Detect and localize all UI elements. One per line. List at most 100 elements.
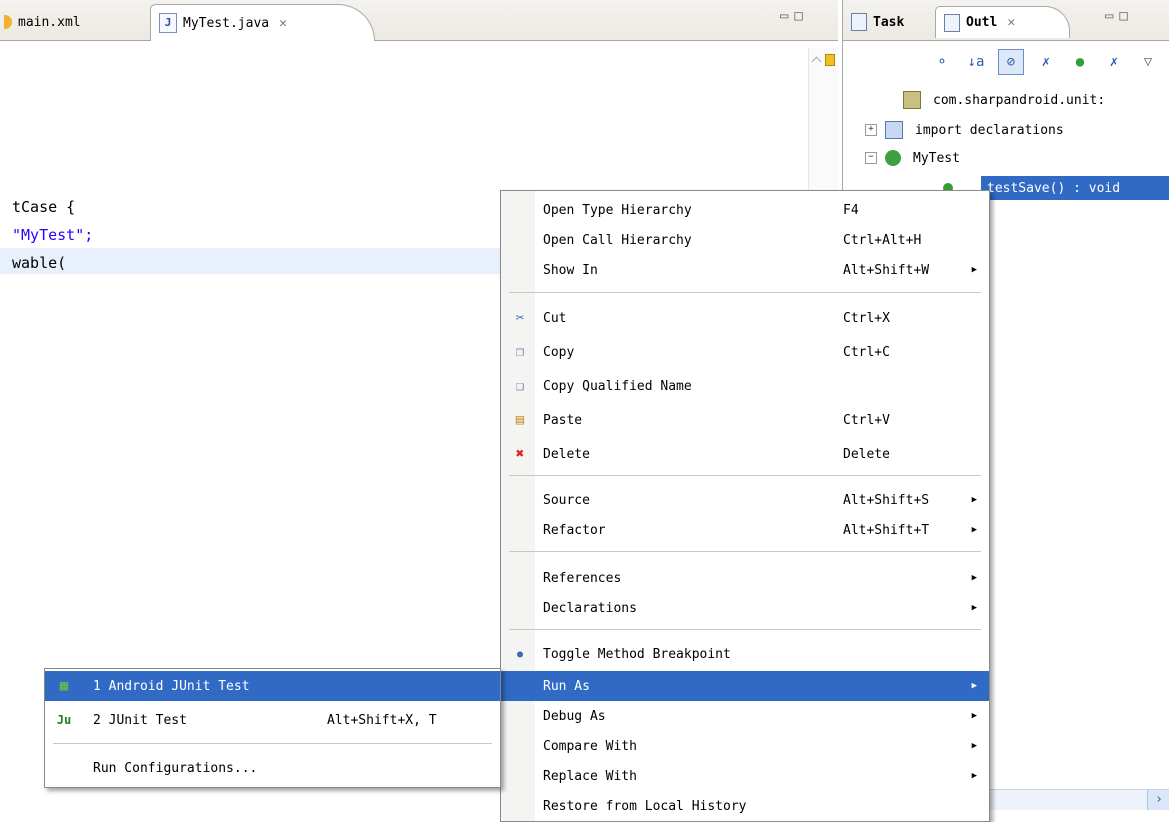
menu-item-shortcut: Delete (843, 446, 890, 462)
menu-item-label: Debug As (543, 708, 606, 724)
tree-item-label: import declarations (915, 122, 1064, 138)
tree-item-imports[interactable]: + import declarations (865, 118, 1064, 142)
expand-icon[interactable]: + (865, 124, 877, 136)
view-menu-icon[interactable]: ▽ (1136, 50, 1160, 74)
menu-item-shortcut: Ctrl+V (843, 412, 890, 428)
hide-local-types-icon[interactable]: ✗ (1102, 50, 1126, 74)
menu-item-label: Declarations (543, 600, 637, 616)
submenu-arrow-icon: ▶ (971, 771, 977, 781)
menu-item-label: Refactor (543, 522, 606, 538)
menu-item-toggle-method-breakpoint[interactable]: ● Toggle Method Breakpoint (501, 639, 989, 669)
menu-item-label: References (543, 570, 622, 586)
menu-item-refactor[interactable]: Refactor Alt+Shift+T ▶ (501, 515, 989, 545)
tab-task[interactable]: Task (851, 6, 904, 38)
menu-item-replace-with[interactable]: Replace With ▶ (501, 761, 989, 791)
menu-item-debug-as[interactable]: Debug As ▶ (501, 701, 989, 731)
submenu-arrow-icon: ▶ (971, 495, 977, 505)
hide-static-icon[interactable]: ✗ (1034, 50, 1058, 74)
ruler-up-icon (811, 56, 822, 67)
outline-icon (944, 13, 960, 32)
tree-item-label: MyTest (913, 150, 960, 166)
close-icon[interactable]: ✕ (1007, 15, 1015, 30)
collapse-icon[interactable]: − (865, 152, 877, 164)
code-line[interactable]: wable( (12, 254, 66, 272)
menu-item-label: Compare With (543, 738, 637, 754)
menu-item-label: Show In (543, 262, 598, 278)
menu-item-declarations[interactable]: Declarations ▶ (501, 593, 989, 623)
collapse-all-icon[interactable]: ⚬ (930, 50, 954, 74)
tree-item-label: testSave() : void (987, 180, 1121, 196)
submenu-arrow-icon: ▶ (971, 681, 977, 691)
imports-icon (885, 121, 903, 139)
menu-item-copy-qualified-name[interactable]: ❏ Copy Qualified Name (501, 371, 989, 401)
submenu-item-run-configurations[interactable]: Run Configurations... (45, 753, 500, 783)
tree-item-label: com.sharpandroid.unit: (933, 92, 1106, 108)
android-junit-icon: ▦ (59, 678, 69, 694)
menu-item-paste[interactable]: ▤ Paste Ctrl+V (501, 405, 989, 435)
submenu-arrow-icon: ▶ (971, 573, 977, 583)
submenu-arrow-icon: ▶ (971, 265, 977, 275)
menu-item-references[interactable]: References ▶ (501, 563, 989, 593)
menu-item-label: Delete (543, 446, 590, 462)
code-line[interactable]: tCase { (12, 198, 75, 216)
scissors-icon: ✂ (515, 310, 525, 326)
menu-item-open-call-hierarchy[interactable]: Open Call Hierarchy Ctrl+Alt+H (501, 225, 989, 255)
submenu-arrow-icon: ▶ (971, 711, 977, 721)
tab-label: MyTest.java (183, 15, 270, 31)
scroll-right-icon[interactable]: › (1147, 790, 1169, 810)
close-icon[interactable]: ✕ (279, 16, 287, 31)
menu-item-label: Toggle Method Breakpoint (543, 646, 731, 662)
menu-separator (509, 475, 981, 476)
tree-item-package[interactable]: com.sharpandroid.unit: (903, 88, 1105, 112)
menu-separator (509, 292, 981, 293)
delete-x-icon: ✖ (515, 446, 525, 462)
menu-item-shortcut: Alt+Shift+X, T (327, 712, 437, 728)
menu-item-label: 1 Android JUnit Test (93, 678, 250, 694)
submenu-arrow-icon: ▶ (971, 525, 977, 535)
tab-main-xml[interactable]: main.xml (0, 4, 135, 40)
menu-item-show-in[interactable]: Show In Alt+Shift+W ▶ (501, 255, 989, 285)
menu-item-label: Run As (543, 678, 590, 694)
copy-icon: ❐ (515, 344, 525, 360)
tab-label: main.xml (18, 14, 81, 30)
menu-item-cut[interactable]: ✂ Cut Ctrl+X (501, 303, 989, 333)
menu-item-shortcut: Alt+Shift+T (843, 522, 930, 538)
menu-item-label: Run Configurations... (93, 760, 258, 776)
task-list-icon (851, 13, 867, 31)
menu-item-shortcut: Ctrl+Alt+H (843, 232, 922, 248)
menu-item-shortcut: Ctrl+X (843, 310, 890, 326)
sort-icon[interactable]: ↓a (964, 50, 988, 74)
minimize-maximize-icons[interactable]: ▭□ (780, 8, 809, 24)
menu-item-label: Open Type Hierarchy (543, 202, 692, 218)
minimize-maximize-icons[interactable]: ▭□ (1105, 8, 1134, 24)
tab-mytest-java[interactable]: J MyTest.java ✕ (150, 4, 375, 41)
menu-item-copy[interactable]: ❐ Copy Ctrl+C (501, 337, 989, 367)
submenu-item-junit-test[interactable]: Ju 2 JUnit Test Alt+Shift+X, T (45, 705, 500, 735)
menu-separator (53, 743, 492, 744)
menu-item-run-as[interactable]: Run As ▶ (501, 671, 989, 701)
menu-item-label: Source (543, 492, 590, 508)
menu-separator (509, 629, 981, 630)
outline-toolbar: ⚬ ↓a ⊘ ✗ ● ✗ ▽ (843, 40, 1169, 84)
menu-item-label: Copy Qualified Name (543, 378, 692, 394)
tab-outline[interactable]: Outl ✕ (935, 6, 1070, 38)
submenu-item-android-junit-test[interactable]: ▦ 1 Android JUnit Test (45, 671, 500, 701)
hide-fields-icon[interactable]: ⊘ (998, 49, 1024, 75)
menu-item-label: Copy (543, 344, 575, 360)
tab-label: Outl (966, 15, 998, 30)
warning-marker-icon[interactable] (825, 54, 835, 66)
menu-item-compare-with[interactable]: Compare With ▶ (501, 731, 989, 761)
code-line-string-literal[interactable]: "MyTest"; (12, 226, 93, 244)
menu-item-shortcut: Alt+Shift+S (843, 492, 930, 508)
hide-non-public-icon[interactable]: ● (1068, 50, 1092, 74)
tree-item-class[interactable]: − MyTest (865, 146, 960, 170)
submenu-arrow-icon: ▶ (971, 603, 977, 613)
menu-item-source[interactable]: Source Alt+Shift+S ▶ (501, 485, 989, 515)
menu-item-restore-from-local-history[interactable]: Restore from Local History (501, 791, 989, 821)
junit-icon: Ju (56, 713, 72, 727)
context-menu: Open Type Hierarchy F4 Open Call Hierarc… (500, 190, 990, 822)
menu-item-open-type-hierarchy[interactable]: Open Type Hierarchy F4 (501, 195, 989, 225)
submenu-arrow-icon: ▶ (971, 741, 977, 751)
run-as-submenu: ▦ 1 Android JUnit Test Ju 2 JUnit Test A… (44, 668, 501, 788)
menu-item-delete[interactable]: ✖ Delete Delete (501, 439, 989, 469)
